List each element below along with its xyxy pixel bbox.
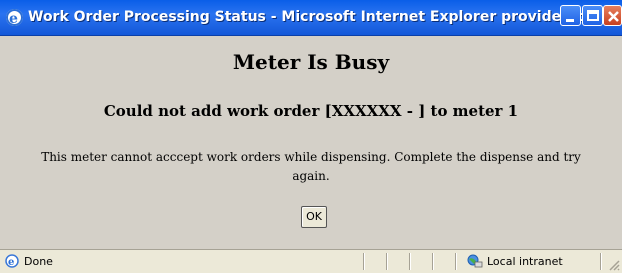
dialog-content: Meter Is Busy Could not add work order […	[0, 36, 622, 249]
intranet-globe-icon	[467, 254, 483, 268]
status-divider	[386, 253, 387, 270]
maximize-button[interactable]	[582, 5, 603, 26]
status-divider	[600, 253, 601, 270]
status-divider	[409, 253, 410, 270]
resize-grip-icon[interactable]	[608, 259, 620, 271]
security-zone-label: Local intranet	[487, 255, 563, 268]
status-bar: e Done Local intranet	[0, 249, 622, 273]
error-subheading: Could not add work order [XXXXXX - ] to …	[103, 102, 519, 120]
ie-icon: e	[6, 9, 23, 26]
ok-button[interactable]: OK	[301, 206, 327, 228]
title-bar[interactable]: e Work Order Processing Status - Microso…	[0, 0, 622, 36]
svg-text:e: e	[8, 257, 14, 268]
browser-window: e Work Order Processing Status - Microso…	[0, 0, 622, 273]
status-divider	[432, 253, 433, 270]
status-text: Done	[24, 255, 53, 268]
page-icon: e	[5, 254, 19, 268]
minimize-button[interactable]	[560, 5, 581, 26]
svg-text:e: e	[9, 11, 18, 26]
status-divider	[455, 253, 456, 270]
error-message: This meter cannot acccept work orders wh…	[41, 150, 581, 183]
window-title: Work Order Processing Status - Microsoft…	[28, 9, 622, 25]
page-title: Meter Is Busy	[232, 50, 390, 74]
status-divider	[363, 253, 364, 270]
close-button[interactable]	[603, 5, 622, 26]
